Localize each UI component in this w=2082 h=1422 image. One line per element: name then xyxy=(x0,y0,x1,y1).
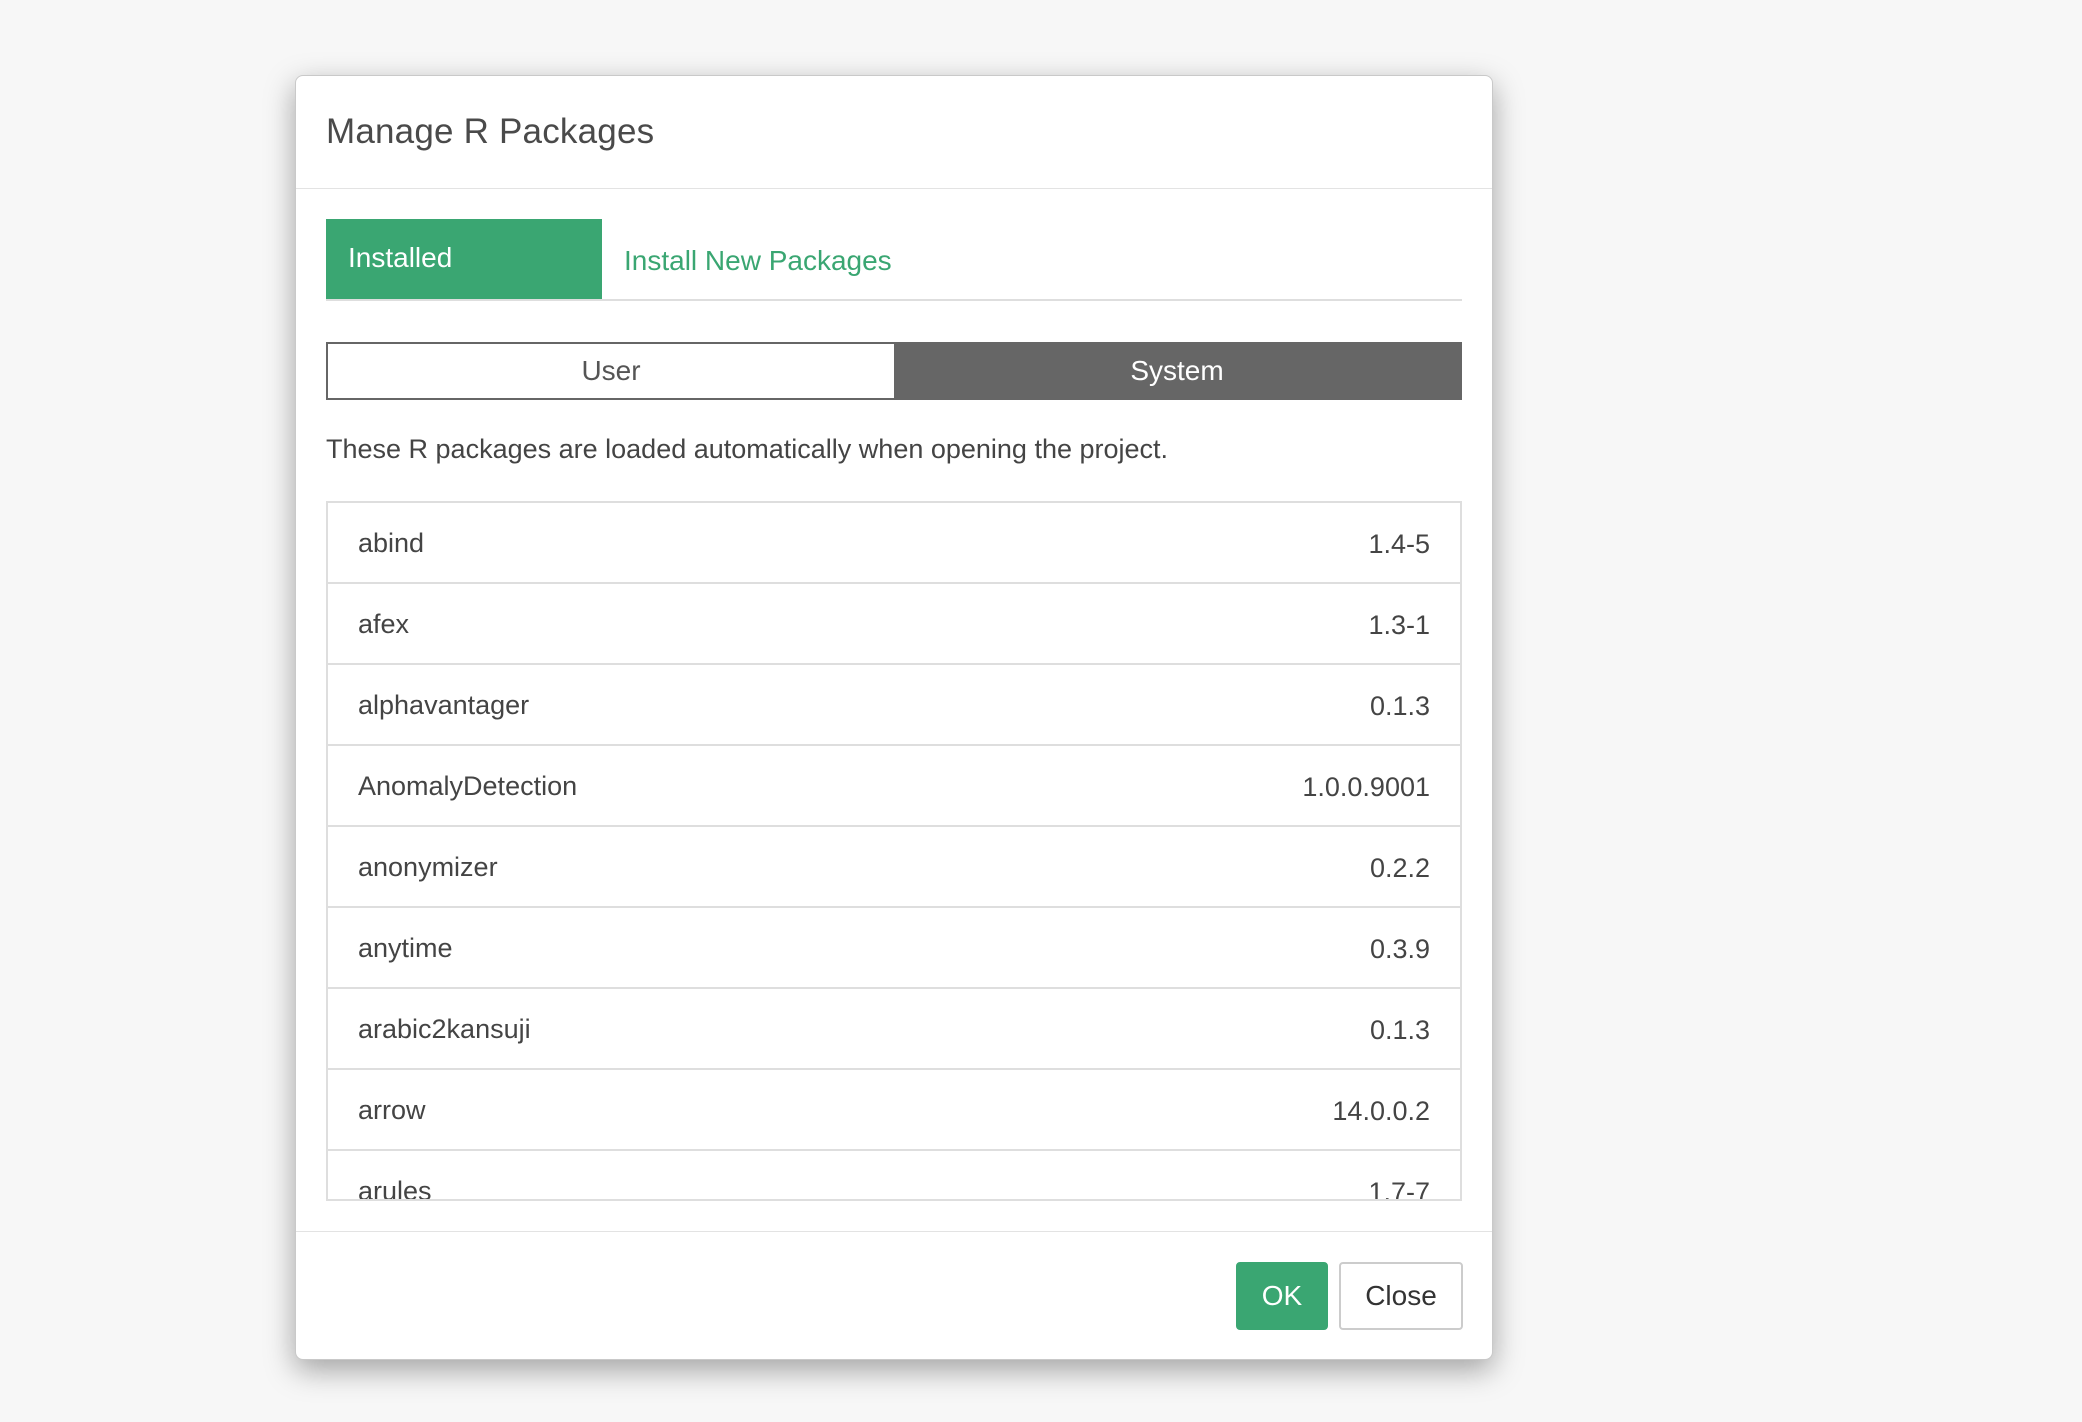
package-version: 1.3-1 xyxy=(1368,610,1430,640)
package-name: anytime xyxy=(358,933,453,963)
package-list[interactable]: abind 1.4-5 afex 1.3-1 alphavantager 0.1… xyxy=(326,501,1462,1201)
package-version: 0.1.3 xyxy=(1369,691,1430,721)
package-version: 1.4-5 xyxy=(1368,529,1430,559)
package-row[interactable]: arrow 14.0.0.2 xyxy=(328,1070,1460,1151)
package-name: arabic2kansuji xyxy=(358,1014,531,1044)
manage-packages-dialog: Manage R Packages Installed Packages Ins… xyxy=(295,75,1493,1360)
segment-user[interactable]: User xyxy=(328,344,894,398)
dialog-footer: OK Close xyxy=(296,1231,1492,1359)
package-name: abind xyxy=(358,528,425,558)
package-row[interactable]: afex 1.3-1 xyxy=(328,584,1460,665)
package-row[interactable]: anytime 0.3.9 xyxy=(328,908,1460,989)
dialog-title: Manage R Packages xyxy=(326,112,655,151)
package-row[interactable]: AnomalyDetection 1.0.0.9001 xyxy=(328,746,1460,827)
package-version: 0.3.9 xyxy=(1369,934,1430,964)
tab-installed-packages[interactable]: Installed Packages xyxy=(326,219,602,351)
package-version: 1.0.0.9001 xyxy=(1302,772,1430,802)
package-version: 0.1.3 xyxy=(1369,1015,1430,1045)
tab-install-new-packages[interactable]: Install New Packages xyxy=(602,219,914,299)
close-button[interactable]: Close xyxy=(1339,1262,1463,1330)
package-name: AnomalyDetection xyxy=(358,771,578,801)
package-row[interactable]: arabic2kansuji 0.1.3 xyxy=(328,989,1460,1070)
package-name: alphavantager xyxy=(358,690,530,720)
segment-system[interactable]: System xyxy=(894,344,1460,398)
package-row[interactable]: abind 1.4-5 xyxy=(328,503,1460,584)
ok-button[interactable]: OK xyxy=(1236,1262,1328,1330)
dialog-header: Manage R Packages xyxy=(296,76,1492,189)
description-text: These R packages are loaded automaticall… xyxy=(326,434,1169,464)
package-row[interactable]: alphavantager 0.1.3 xyxy=(328,665,1460,746)
package-name: arrow xyxy=(358,1095,426,1125)
package-name: afex xyxy=(358,609,410,639)
package-name: arules xyxy=(358,1176,432,1201)
package-version: 1.7-7 xyxy=(1368,1177,1430,1201)
package-scope-toggle: User System xyxy=(326,342,1462,400)
package-row[interactable]: anonymizer 0.2.2 xyxy=(328,827,1460,908)
package-row[interactable]: arules 1.7-7 xyxy=(328,1151,1460,1201)
package-version: 14.0.0.2 xyxy=(1332,1096,1430,1126)
package-name: anonymizer xyxy=(358,852,498,882)
package-version: 0.2.2 xyxy=(1369,853,1430,883)
tab-bar: Installed Packages Install New Packages xyxy=(326,219,1462,351)
